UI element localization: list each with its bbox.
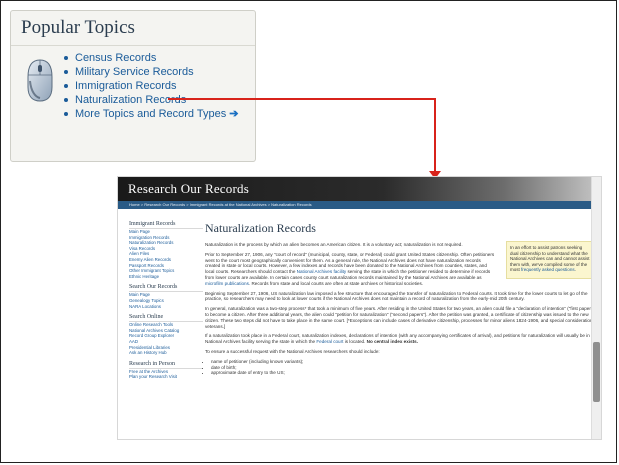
intro-paragraph: Naturalization is the process by which a… [205,242,463,247]
sidebar-heading: Research in Person [129,361,203,369]
scrollbar-thumb[interactable] [593,342,600,402]
breadcrumb: Home > Research Our Records > Immigrant … [118,201,601,209]
paragraph-federal-court: If a naturalization took place in a Fede… [205,333,598,345]
topics-list: Census Records Military Service Records … [61,51,239,121]
paragraph-1906: Beginning September 27, 1906, US natural… [205,290,588,302]
popular-topics-title: Popular Topics [21,17,135,38]
microfilm-link[interactable]: microfilm publications [205,281,249,286]
computer-mouse-icon [27,59,53,102]
sidebar-link[interactable]: Ethnic Heritage [129,274,203,280]
page-title: Naturalization Records [205,221,316,235]
topic-link-military[interactable]: Military Service Records [61,65,239,79]
topic-link-immigration[interactable]: Immigration Records [61,79,239,93]
sidebar-link[interactable]: Plan your Research Visit [129,374,203,380]
paragraph-request: To ensure a successful request with the … [205,348,380,354]
topic-link-more-topics[interactable]: More Topics and Record Types ➔ [61,107,239,121]
connector-line-vertical [434,98,436,174]
page-banner: Research Our Records [118,177,601,201]
paragraph-two-step: In general, naturalization was a two-ste… [205,306,600,329]
dual-citizenship-callout: In an effort to assist patrons seeking d… [506,241,594,279]
research-page-screenshot: Research Our Records Home > Research Our… [117,176,602,440]
sidebar-link[interactable]: Ask an History Hub [129,350,203,356]
sidebar-heading: Search Online [129,314,203,323]
sidebar-link[interactable]: NARA Locations [129,304,203,310]
list-item: approximate date of entry to the US; [211,370,600,376]
paragraph-pre-1906: Prior to September 27, 1906, any "court … [205,251,495,286]
popular-topics-panel: Popular Topics Census Records Military S… [10,10,256,162]
faq-link[interactable]: frequently asked questions [521,267,575,272]
topic-link-naturalization[interactable]: Naturalization Records [61,93,239,107]
facility-link[interactable]: National Archives facility [297,269,347,274]
federal-court-link[interactable]: Federal court [316,339,343,344]
banner-title: Research Our Records [128,181,249,196]
arrow-right-icon: ➔ [229,108,239,120]
page-scrollbar[interactable] [591,177,601,439]
breadcrumb-text[interactable]: Home > Research Our Records > Immigrant … [129,202,312,207]
connector-line-horizontal [168,98,435,100]
topic-link-census[interactable]: Census Records [61,51,239,65]
sidebar-heading: Immigrant Records [129,221,203,229]
main-content: Naturalization Records Naturalization is… [205,221,600,376]
sidebar-heading: Search Our Records [129,284,203,293]
request-bullets: name of petitioner (including known vari… [205,359,600,376]
sidebar-nav: Immigrant Records Main Page Immigration … [129,221,203,380]
title-divider [11,45,255,46]
